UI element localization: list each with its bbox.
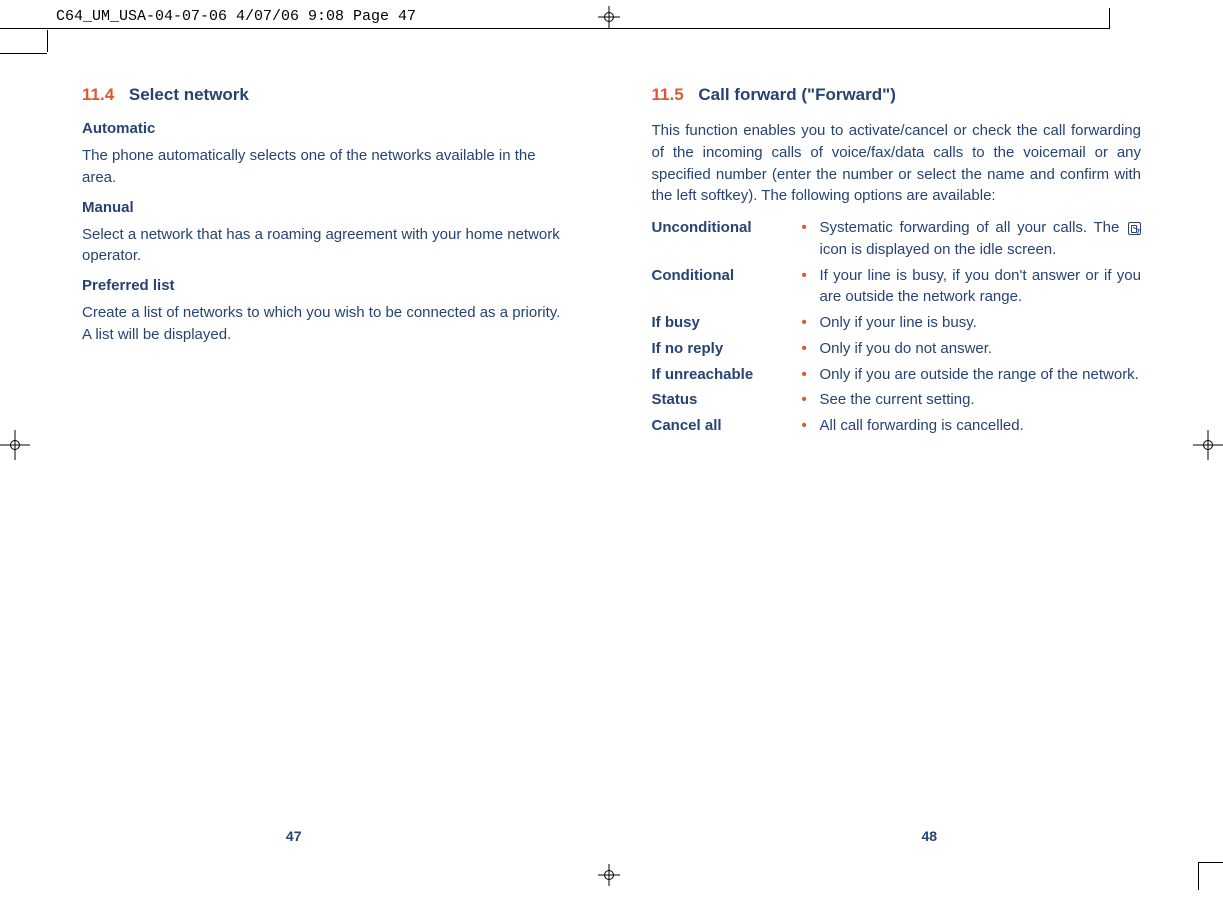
- section-title: Call forward ("Forward"): [698, 85, 895, 104]
- bullet-icon: •: [802, 364, 820, 386]
- option-description: Only if your line is busy.: [820, 312, 1142, 334]
- forward-icon: [1128, 222, 1141, 235]
- section-number: 11.4: [82, 85, 114, 104]
- subheading-automatic: Automatic: [82, 120, 572, 137]
- option-label: If busy: [652, 312, 802, 334]
- options-list: Unconditional•Systematic forwarding of a…: [652, 217, 1142, 437]
- option-label: Unconditional: [652, 217, 802, 261]
- option-label: If unreachable: [652, 364, 802, 386]
- option-description: Only if you are outside the range of the…: [820, 364, 1142, 386]
- option-description: See the current setting.: [820, 389, 1142, 411]
- section-heading-11-4: 11.4 Select network: [82, 84, 572, 106]
- crop-tick-top-left-v: [47, 30, 48, 52]
- section-heading-11-5: 11.5 Call forward ("Forward"): [652, 84, 1142, 106]
- option-description: All call forwarding is cancelled.: [820, 415, 1142, 437]
- crop-tick-top-right: [1109, 8, 1110, 28]
- subheading-manual: Manual: [82, 199, 572, 216]
- body-manual: Select a network that has a roaming agre…: [82, 224, 572, 268]
- option-desc-post: icon is displayed on the idle screen.: [820, 241, 1057, 258]
- body-automatic: The phone automatically selects one of t…: [82, 145, 572, 189]
- option-description: Systematic forwarding of all your calls.…: [820, 217, 1142, 261]
- subheading-preferred-list: Preferred list: [82, 277, 572, 294]
- option-row: Conditional•If your line is busy, if you…: [652, 265, 1142, 309]
- print-header: C64_UM_USA-04-07-06 4/07/06 9:08 Page 47: [0, 8, 1223, 26]
- option-row: Unconditional•Systematic forwarding of a…: [652, 217, 1142, 261]
- bullet-icon: •: [802, 338, 820, 360]
- print-info-text: C64_UM_USA-04-07-06 4/07/06 9:08 Page 47: [56, 8, 416, 25]
- page-left: 11.4 Select network Automatic The phone …: [48, 54, 612, 854]
- registration-mark-right: [1193, 430, 1223, 460]
- page-number-left: 47: [286, 828, 302, 844]
- section-title: Select network: [129, 85, 249, 104]
- intro-paragraph: This function enables you to activate/ca…: [652, 120, 1142, 207]
- registration-mark-top: [598, 6, 620, 28]
- bullet-icon: •: [802, 389, 820, 411]
- body-preferred-list: Create a list of networks to which you w…: [82, 302, 572, 346]
- option-description: If your line is busy, if you don't answe…: [820, 265, 1142, 309]
- crop-tick-bottom-right-v: [1198, 863, 1199, 890]
- option-desc-pre: Systematic forwarding of all your calls.…: [820, 219, 1127, 236]
- option-label: Cancel all: [652, 415, 802, 437]
- option-row: If unreachable•Only if you are outside t…: [652, 364, 1142, 386]
- bullet-icon: •: [802, 217, 820, 261]
- option-label: If no reply: [652, 338, 802, 360]
- page-right: 11.5 Call forward ("Forward") This funct…: [612, 54, 1176, 854]
- bullet-icon: •: [802, 415, 820, 437]
- option-row: If no reply•Only if you do not answer.: [652, 338, 1142, 360]
- option-row: If busy•Only if your line is busy.: [652, 312, 1142, 334]
- option-description: Only if you do not answer.: [820, 338, 1142, 360]
- section-number: 11.5: [652, 85, 684, 104]
- crop-rule-top: [0, 28, 1110, 29]
- spread: 11.4 Select network Automatic The phone …: [48, 54, 1175, 854]
- option-row: Status•See the current setting.: [652, 389, 1142, 411]
- crop-tick-top-left-h: [0, 53, 47, 54]
- option-label: Conditional: [652, 265, 802, 309]
- crop-tick-bottom-right-h: [1198, 862, 1223, 863]
- option-row: Cancel all•All call forwarding is cancel…: [652, 415, 1142, 437]
- registration-mark-bottom: [598, 864, 620, 886]
- bullet-icon: •: [802, 312, 820, 334]
- page-number-right: 48: [922, 828, 938, 844]
- bullet-icon: •: [802, 265, 820, 309]
- option-label: Status: [652, 389, 802, 411]
- registration-mark-left: [0, 430, 30, 460]
